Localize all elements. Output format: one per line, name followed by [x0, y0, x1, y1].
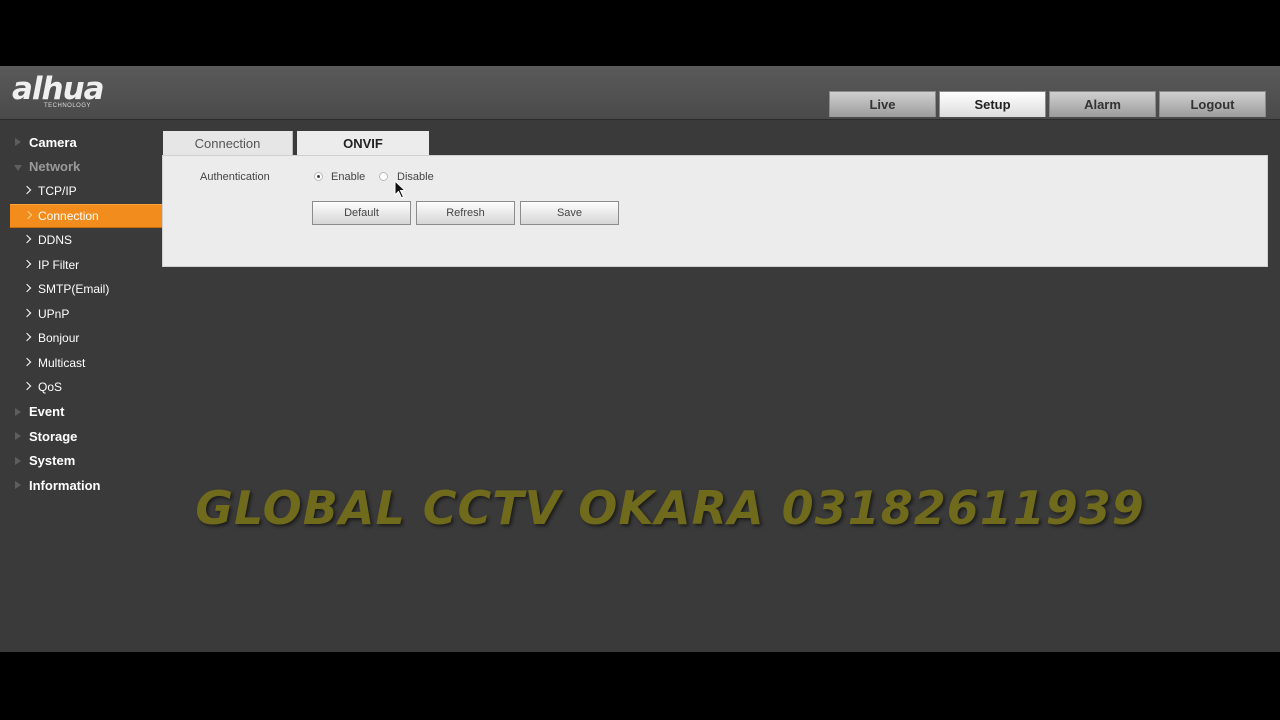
- sidebar-item-label: Multicast: [38, 355, 86, 370]
- sidebar-menu: Camera Network TCP/IP Connection DDNS IP…: [0, 130, 162, 498]
- chevron-right-icon: [22, 259, 32, 268]
- tab-onvif[interactable]: ONVIF: [297, 131, 429, 155]
- sidebar-item-label: Storage: [29, 428, 78, 444]
- nav-tab-setup[interactable]: Setup: [939, 91, 1046, 117]
- refresh-button[interactable]: Refresh: [416, 201, 515, 225]
- enable-radio-label: Enable: [331, 171, 366, 183]
- sidebar-item-label: DDNS: [38, 233, 73, 248]
- sidebar-item-qos[interactable]: QoS: [0, 375, 162, 400]
- sidebar-item-multicast[interactable]: Multicast: [0, 351, 162, 376]
- main-nav: Live Setup Alarm Logout: [829, 91, 1269, 117]
- chevron-right-icon: [22, 333, 32, 342]
- chevron-right-icon: [22, 382, 32, 391]
- mouse-pointer-icon: [394, 180, 407, 199]
- watermark-text: GLOBAL CCTV OKARA 03182611939: [195, 481, 1145, 535]
- dahua-logo: alhua TECHNOLOGY: [12, 74, 132, 114]
- triangle-right-icon: [15, 432, 21, 441]
- chevron-right-icon: [22, 308, 32, 317]
- chevron-right-icon: [22, 235, 32, 244]
- sidebar-item-label: Event: [29, 404, 65, 420]
- sidebar-item-upnp[interactable]: UPnP: [0, 302, 162, 327]
- sidebar-item-label: UPnP: [38, 306, 70, 321]
- app-window: alhua TECHNOLOGY Live Setup Alarm Logout…: [0, 66, 1280, 652]
- chevron-right-icon: [23, 210, 33, 219]
- sidebar-item-event[interactable]: Event: [0, 400, 162, 425]
- top-bar: alhua TECHNOLOGY Live Setup Alarm Logout: [0, 66, 1280, 120]
- tab-connection[interactable]: Connection: [163, 131, 293, 155]
- sidebar-item-label: SMTP(Email): [38, 282, 110, 297]
- chevron-right-icon: [22, 357, 32, 366]
- disable-radio[interactable]: [379, 172, 388, 181]
- nav-tab-alarm[interactable]: Alarm: [1049, 91, 1156, 117]
- enable-radio[interactable]: [314, 172, 323, 181]
- sidebar-item-label: Connection: [38, 208, 99, 223]
- triangle-down-icon: [14, 164, 22, 171]
- authentication-label: Authentication: [200, 171, 270, 183]
- sidebar-item-label: System: [29, 453, 76, 469]
- sidebar-item-storage[interactable]: Storage: [0, 424, 162, 449]
- sidebar-item-system[interactable]: System: [0, 449, 162, 474]
- sidebar-item-label: TCP/IP: [38, 184, 77, 199]
- sidebar-item-camera[interactable]: Camera: [0, 130, 162, 155]
- onvif-settings-panel: Authentication Enable Disable Default Re…: [162, 155, 1268, 267]
- sidebar-item-label: Bonjour: [38, 331, 80, 346]
- sidebar-item-label: Network: [29, 159, 81, 175]
- chevron-right-icon: [22, 186, 32, 195]
- triangle-right-icon: [15, 407, 21, 416]
- logo-subtitle: TECHNOLOGY: [44, 103, 92, 109]
- default-button[interactable]: Default: [312, 201, 411, 225]
- chevron-right-icon: [22, 284, 32, 293]
- sidebar-item-label: IP Filter: [38, 257, 80, 272]
- sidebar-item-smtp[interactable]: SMTP(Email): [0, 277, 162, 302]
- sidebar-item-bonjour[interactable]: Bonjour: [0, 326, 162, 351]
- triangle-right-icon: [15, 456, 21, 465]
- save-button[interactable]: Save: [520, 201, 619, 225]
- sidebar-item-ddns[interactable]: DDNS: [0, 228, 162, 253]
- nav-tab-logout[interactable]: Logout: [1159, 91, 1266, 117]
- triangle-right-icon: [15, 138, 21, 147]
- content-tabs: Connection ONVIF: [163, 131, 429, 155]
- sidebar-item-tcpip[interactable]: TCP/IP: [0, 179, 162, 204]
- sidebar-item-ip-filter[interactable]: IP Filter: [0, 253, 162, 278]
- logo-text: alhua: [12, 71, 105, 107]
- sidebar-item-label: Camera: [29, 134, 77, 150]
- nav-tab-live[interactable]: Live: [829, 91, 936, 117]
- sidebar-item-network[interactable]: Network: [0, 155, 162, 180]
- sidebar-item-connection[interactable]: Connection: [10, 203, 162, 228]
- sidebar-item-label: QoS: [38, 380, 63, 395]
